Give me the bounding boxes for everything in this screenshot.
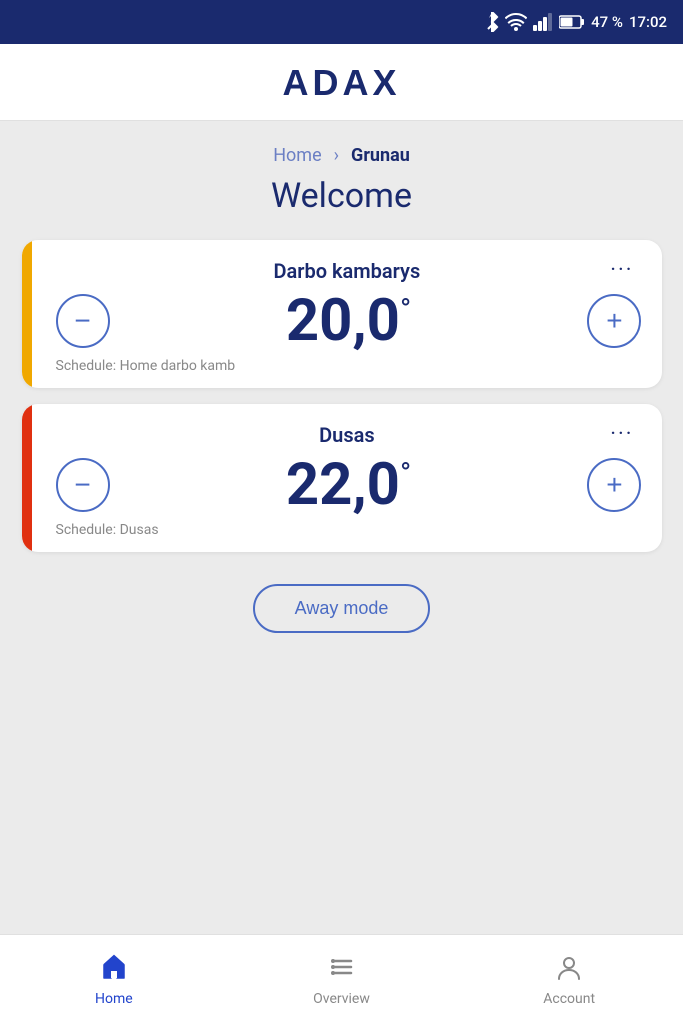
nav-label-overview: Overview <box>313 991 370 1007</box>
temp-display-dusas: 22,0° <box>286 456 411 514</box>
nav-item-home[interactable]: Home <box>0 935 228 1024</box>
schedule-darbo: Schedule: Home darbo kamb <box>56 358 642 374</box>
card-accent-dusas <box>22 404 32 552</box>
signal-icon <box>533 13 553 31</box>
device-name-dusas: Dusas <box>92 423 603 447</box>
device-card-dusas: Dusas ··· − 22,0° + Schedule: Dusas <box>22 404 662 552</box>
overview-icon <box>328 953 356 985</box>
battery-text: 47 % <box>591 13 623 31</box>
temp-controls-darbo: − 20,0° + <box>56 292 642 350</box>
breadcrumb-active[interactable]: Grunau <box>351 145 410 166</box>
nav-label-account: Account <box>543 991 595 1007</box>
breadcrumb: Home › Grunau <box>273 145 410 166</box>
card-header-dusas: Dusas ··· <box>56 420 642 450</box>
card-content-darbo: Darbo kambarys ··· − 20,0° + Schedule: H… <box>56 256 642 374</box>
increase-temp-dusas[interactable]: + <box>587 458 641 512</box>
temp-controls-dusas: − 22,0° + <box>56 456 642 514</box>
nav-item-account[interactable]: Account <box>455 935 683 1024</box>
breadcrumb-separator: › <box>334 145 339 166</box>
card-header-darbo: Darbo kambarys ··· <box>56 256 642 286</box>
bluetooth-icon <box>485 12 499 32</box>
battery-icon <box>559 14 585 30</box>
home-icon <box>100 953 128 985</box>
status-bar: 47 % 17:02 <box>0 0 683 44</box>
device-name-darbo: Darbo kambarys <box>92 259 603 283</box>
schedule-dusas: Schedule: Dusas <box>56 522 642 538</box>
device-card-darbo: Darbo kambarys ··· − 20,0° + Schedule: H… <box>22 240 662 388</box>
increase-temp-darbo[interactable]: + <box>587 294 641 348</box>
away-mode-button[interactable]: Away mode <box>253 584 431 633</box>
wifi-icon <box>505 13 527 31</box>
status-icons: 47 % 17:02 <box>485 12 667 32</box>
main-content: Home › Grunau Welcome Darbo kambarys ···… <box>0 121 683 934</box>
nav-label-home: Home <box>95 991 133 1007</box>
decrease-temp-dusas[interactable]: − <box>56 458 110 512</box>
time-text: 17:02 <box>629 13 667 31</box>
more-button-darbo[interactable]: ··· <box>602 256 641 286</box>
app-header: ADAX <box>0 44 683 121</box>
card-accent-darbo <box>22 240 32 388</box>
welcome-title: Welcome <box>271 176 412 216</box>
account-icon <box>555 953 583 985</box>
more-button-dusas[interactable]: ··· <box>602 420 641 450</box>
decrease-temp-darbo[interactable]: − <box>56 294 110 348</box>
nav-item-overview[interactable]: Overview <box>228 935 456 1024</box>
temp-display-darbo: 20,0° <box>286 292 411 350</box>
bottom-nav: Home Overview Account <box>0 934 683 1024</box>
breadcrumb-home[interactable]: Home <box>273 145 321 166</box>
app-logo: ADAX <box>282 62 400 104</box>
card-content-dusas: Dusas ··· − 22,0° + Schedule: Dusas <box>56 420 642 538</box>
